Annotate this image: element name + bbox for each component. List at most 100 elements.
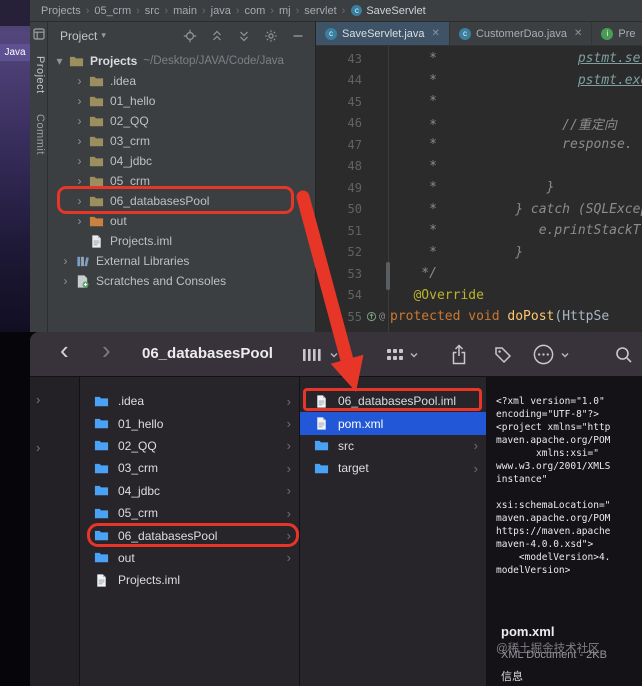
tree-item-out[interactable]: › out — [48, 211, 315, 231]
forward-button[interactable]: › — [102, 335, 111, 366]
editor-tab-customerdao-java[interactable]: c CustomerDao.java ✕ — [450, 22, 593, 45]
tree-item-01-hello[interactable]: › 01_hello — [48, 91, 315, 111]
tree-root-row[interactable]: ▾ Projects ~/Desktop/JAVA/Code/Java — [48, 51, 315, 71]
line-number[interactable]: 49 — [316, 181, 362, 195]
view-columns-icon[interactable] — [302, 347, 324, 363]
tree-item-scratches-and-consoles[interactable]: › Scratches and Consoles — [48, 271, 315, 291]
finder-item-label: 06_databasesPool.iml — [338, 394, 457, 409]
override-gutter-icon[interactable] — [366, 311, 377, 322]
finder-item-out[interactable]: out › — [80, 547, 299, 569]
chevron-down-icon[interactable] — [409, 351, 419, 359]
breadcrumb-item-main[interactable]: main — [172, 5, 198, 17]
tag-icon[interactable] — [494, 346, 512, 364]
tree-item-external-libraries[interactable]: › External Libraries — [48, 251, 315, 271]
line-number[interactable]: 54 — [316, 288, 362, 302]
finder-item-projects-iml[interactable]: Projects.iml — [80, 569, 299, 591]
finder-item-01-hello[interactable]: 01_hello › — [80, 412, 299, 434]
breadcrumb-item-java[interactable]: java — [210, 5, 232, 17]
chevron-down-icon[interactable]: ▾ — [101, 30, 106, 41]
tree-item-04-jdbc[interactable]: › 04_jdbc — [48, 151, 315, 171]
chevron-right-icon[interactable]: › — [74, 214, 85, 228]
line-number[interactable]: 55 — [316, 310, 362, 324]
project-panel-title[interactable]: Project — [60, 29, 97, 43]
more-options-icon[interactable] — [532, 343, 555, 366]
line-number[interactable]: 45 — [316, 95, 362, 109]
tab-label: CustomerDao.java — [475, 27, 568, 40]
chevron-down-icon[interactable] — [560, 351, 570, 359]
chevron-right-icon[interactable]: › — [74, 174, 85, 188]
left-tool-window-bar: Project Commit — [30, 22, 48, 332]
share-icon[interactable] — [450, 344, 468, 365]
finder-item-05-crm[interactable]: 05_crm › — [80, 502, 299, 524]
breadcrumb-item-com[interactable]: com — [244, 5, 267, 17]
code-line: 55 @ protected void doPost(HttpSe — [316, 306, 642, 328]
chevron-right-icon[interactable]: › — [74, 74, 85, 88]
finder-item-02-qq[interactable]: 02_QQ › — [80, 435, 299, 457]
chevron-right-icon[interactable]: › — [60, 274, 71, 288]
breadcrumb-item-src[interactable]: src — [144, 5, 161, 17]
sidebar-commit-button[interactable]: Commit — [32, 114, 46, 155]
tree-item-06-databasespool[interactable]: › 06_databasesPool — [48, 191, 315, 211]
screenshot-root: Java Projects › 05_crm › src › main › java › com › m… — [0, 0, 642, 686]
class-icon: c — [351, 5, 363, 16]
finder-item-idea[interactable]: .idea › — [80, 390, 299, 412]
code-editor[interactable]: 43 * pstmt.set 44 * pstmt.exe 45 * 46 * //重… — [316, 46, 642, 332]
line-number[interactable]: 43 — [316, 52, 362, 66]
settings-gear-icon[interactable] — [264, 29, 278, 43]
code-line: 51 * e.printStackT — [316, 220, 642, 242]
chevron-right-icon[interactable]: › — [60, 254, 71, 268]
finder-item-06-databasespool[interactable]: 06_databasesPool › — [80, 524, 299, 546]
chevron-right-icon[interactable]: › — [74, 134, 85, 148]
expand-all-icon[interactable] — [210, 29, 224, 43]
collapse-all-icon[interactable] — [237, 29, 251, 43]
project-tool-window-icon[interactable] — [33, 28, 45, 40]
tree-item-label: out — [110, 214, 127, 228]
line-number[interactable]: 52 — [316, 245, 362, 259]
sidebar-project-button[interactable]: Project — [32, 56, 46, 94]
hide-panel-icon[interactable] — [291, 29, 305, 43]
line-number[interactable]: 50 — [316, 202, 362, 216]
group-icon[interactable] — [386, 347, 404, 363]
line-number[interactable]: 47 — [316, 138, 362, 152]
editor-tab-pre[interactable]: i Pre — [592, 22, 642, 45]
finder-item-target[interactable]: target › — [300, 457, 486, 479]
line-number[interactable]: 46 — [316, 116, 362, 130]
tree-item-03-crm[interactable]: › 03_crm — [48, 131, 315, 151]
finder-column-files: .idea › 01_hello › 02_QQ › 03_crm › 04_jdbc › 05_c… — [80, 377, 300, 686]
back-button[interactable]: ‹ — [60, 335, 69, 366]
breadcrumb-item-mj[interactable]: mj — [278, 5, 292, 17]
chevron-right-icon[interactable]: › — [74, 194, 85, 208]
line-number[interactable]: 44 — [316, 73, 362, 87]
chevron-down-icon[interactable] — [329, 351, 339, 359]
breadcrumb-current[interactable]: c SaveServlet — [351, 5, 426, 17]
breadcrumb-item-05-crm[interactable]: 05_crm — [93, 5, 132, 17]
line-number[interactable]: 51 — [316, 224, 362, 238]
finder-item-pom-xml[interactable]: pom.xml — [300, 412, 486, 435]
line-number[interactable]: 48 — [316, 159, 362, 173]
chevron-right-icon: › — [286, 416, 291, 432]
locate-file-icon[interactable] — [183, 29, 197, 43]
tree-item-projects-iml[interactable]: Projects.iml — [48, 231, 315, 251]
close-tab-icon[interactable]: ✕ — [574, 28, 582, 39]
line-number[interactable]: 53 — [316, 267, 362, 281]
breadcrumb-item-servlet[interactable]: servlet — [303, 5, 337, 17]
tree-item-idea[interactable]: › .idea — [48, 71, 315, 91]
chevron-right-icon[interactable]: › — [74, 94, 85, 108]
finder-item-src[interactable]: src › — [300, 435, 486, 457]
tree-item-05-crm[interactable]: › 05_crm — [48, 171, 315, 191]
preview-info-label[interactable]: 信息 — [501, 668, 523, 684]
finder-item-03-crm[interactable]: 03_crm › — [80, 457, 299, 479]
close-tab-icon[interactable]: ✕ — [432, 28, 440, 39]
chevron-down-icon[interactable]: ▾ — [54, 54, 65, 68]
editor-tab-saveservlet-java[interactable]: c SaveServlet.java ✕ — [316, 22, 450, 45]
breadcrumb-item-projects[interactable]: Projects — [40, 5, 82, 17]
finder-item-04-jdbc[interactable]: 04_jdbc › — [80, 480, 299, 502]
finder-item-06-databasespool-iml[interactable]: 06_databasesPool.iml — [300, 390, 486, 412]
chevron-right-icon[interactable]: › — [74, 114, 85, 128]
code-text: * //重定向 — [390, 117, 617, 133]
scratches-icon — [75, 274, 91, 289]
search-icon[interactable] — [614, 345, 634, 365]
chevron-right-icon[interactable]: › — [74, 154, 85, 168]
finder-item-label: .idea — [118, 394, 145, 409]
tree-item-02-qq[interactable]: › 02_QQ — [48, 111, 315, 131]
